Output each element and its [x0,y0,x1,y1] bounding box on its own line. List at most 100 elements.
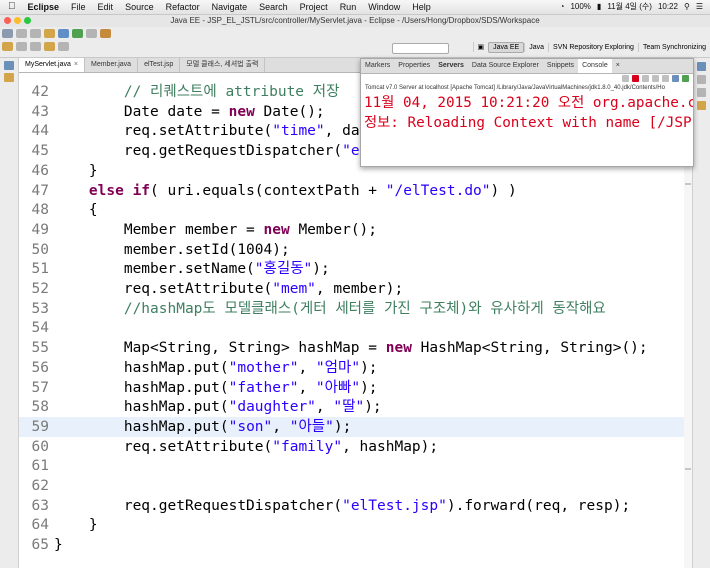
tab-label: MyServlet.java [25,61,71,68]
save-icon[interactable] [16,29,27,38]
menu-file[interactable]: File [65,0,92,14]
menu-refactor[interactable]: Refactor [160,0,206,14]
wifi-icon[interactable]: ◔ [557,0,568,14]
menu-navigate[interactable]: Navigate [206,0,254,14]
code-line[interactable]: 54 [19,318,692,338]
time-label[interactable]: 10:22 [655,0,681,14]
tab-eltest[interactable]: elTest.jsp [138,58,181,72]
folder-icon[interactable] [100,29,111,38]
console-output-line: 11월 04, 2015 10:21:20 오전 org.apache.c [364,95,693,111]
quick-access-input[interactable] [392,43,449,54]
scroll-lock-icon[interactable] [652,75,659,82]
line-number: 60 [31,438,49,455]
main-toolbar: ▣ Java EE Java SVN Repository Exploring … [0,27,710,58]
chevron-down-icon[interactable] [58,42,69,51]
restore-icon[interactable] [4,61,14,70]
tab-label: elTest.jsp [144,61,174,68]
open-type-icon[interactable] [44,29,55,38]
back-arrow-icon[interactable] [30,42,41,51]
menu-source[interactable]: Source [119,0,160,14]
gear-icon[interactable] [86,29,97,38]
right-trim-bar [692,58,710,568]
restore-icon[interactable] [697,62,706,71]
close-icon[interactable]: × [612,59,624,73]
date-label[interactable]: 11월 4일 (수) [604,0,655,14]
tab-snippets[interactable]: Snippets [543,59,578,73]
tab-properties[interactable]: Properties [394,59,434,73]
menu-window[interactable]: Window [362,0,406,14]
window-titlebar: Java EE - JSP_EL_JSTL/src/controller/MyS… [0,15,710,27]
outline-icon[interactable] [697,75,706,84]
print-icon[interactable] [30,29,41,38]
open-console-icon[interactable] [682,75,689,82]
code-line[interactable]: 51 member.setName("홍길동"); [19,259,692,279]
notification-icon[interactable]: ☰ [693,0,706,14]
zoom-window-icon[interactable] [24,17,31,24]
close-icon[interactable]: × [74,61,78,68]
code-line[interactable]: 53 //hashMap도 모델클래스(게터 세터를 가진 구조체)와 유사하게… [19,299,692,319]
tab-servers[interactable]: Servers [434,59,468,73]
code-line[interactable]: 65} [19,535,692,555]
open-folder-icon[interactable] [2,42,13,51]
code-text: { [54,202,98,219]
pin-console-icon[interactable] [662,75,669,82]
minimize-window-icon[interactable] [14,17,21,24]
perspective-team-sync[interactable]: Team Synchronizing [637,42,710,52]
perspective-svn[interactable]: SVN Repository Exploring [548,42,638,52]
code-line[interactable]: 61 [19,456,692,476]
open-perspective-icon[interactable]: ▣ [472,42,489,52]
close-window-icon[interactable] [4,17,11,24]
code-line[interactable]: 59 hashMap.put("son", "아들"); [19,416,692,437]
menu-help[interactable]: Help [406,0,437,14]
tab-data-source-explorer[interactable]: Data Source Explorer [468,59,543,73]
code-line[interactable]: 50 member.setId(1004); [19,240,692,260]
code-line[interactable]: 56 hashMap.put("mother", "엄마"); [19,358,692,378]
ruler-mark[interactable] [685,468,691,470]
tab-member[interactable]: Member.java [85,58,139,72]
code-line[interactable]: 63 req.getRequestDispatcher("elTest.jsp"… [19,496,692,516]
tab-markers[interactable]: Markers [361,59,394,73]
spotlight-icon[interactable]: ⚲ [681,0,693,14]
code-line[interactable]: 58 hashMap.put("daughter", "딸"); [19,397,692,417]
tab-console[interactable]: Console [578,59,612,73]
code-line[interactable]: 47 else if( uri.equals(contextPath + "/e… [19,181,692,201]
code-line[interactable]: 64 } [19,515,692,535]
code-line[interactable]: 49 Member member = new Member(); [19,220,692,240]
code-line[interactable]: 48 { [19,200,692,220]
display-console-icon[interactable] [672,75,679,82]
perspective-java-ee[interactable]: Java EE [488,41,525,53]
server-icon[interactable] [58,29,69,38]
app-menu[interactable]: Eclipse [22,0,66,14]
code-line[interactable]: 52 req.setAttribute("mem", member); [19,279,692,299]
new-icon[interactable] [2,29,13,38]
forward-arrow-icon[interactable] [44,42,55,51]
remove-launch-icon[interactable] [622,75,629,82]
menu-run[interactable]: Run [334,0,363,14]
tab-myservlet[interactable]: MyServlet.java × [19,58,85,72]
package-explorer-icon[interactable] [4,73,14,82]
code-line[interactable]: 55 Map<String, String> hashMap = new Has… [19,338,692,358]
ruler-mark[interactable] [685,183,691,185]
code-text: req.setAttribute("time", date); [54,123,395,140]
terminate-icon[interactable] [632,75,639,82]
tab-model-class[interactable]: 모델 클래스, 세셔법 출력 [180,58,266,72]
search-icon[interactable] [16,42,27,51]
code-line[interactable]: 57 hashMap.put("father", "아빠"); [19,378,692,398]
line-number: 52 [31,281,49,297]
apple-icon[interactable]:  [0,0,22,14]
code-text: member.setName("홍길동"); [54,261,330,278]
run-icon[interactable] [72,29,83,38]
code-line[interactable]: 60 req.setAttribute("family", hashMap); [19,437,692,457]
perspective-java[interactable]: Java [524,42,548,52]
palette-icon[interactable] [697,101,706,110]
code-text: Map<String, String> hashMap = new HashMa… [54,340,648,357]
menu-project[interactable]: Project [294,0,334,14]
battery-level[interactable]: 100% [567,0,593,14]
code-line[interactable]: 62 [19,476,692,496]
task-list-icon[interactable] [697,88,706,97]
left-trim-bar [0,58,19,568]
code-text: req.setAttribute("mem", member); [54,281,404,297]
clear-console-icon[interactable] [642,75,649,82]
menu-search[interactable]: Search [253,0,294,14]
menu-edit[interactable]: Edit [92,0,120,14]
